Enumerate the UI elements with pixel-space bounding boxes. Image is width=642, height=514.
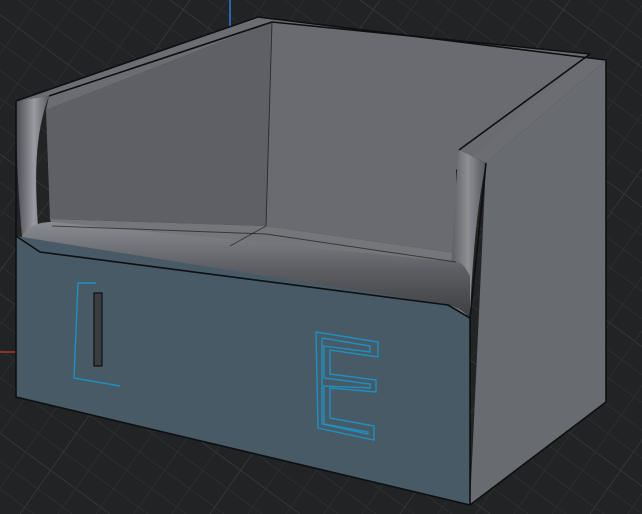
viewport-canvas[interactable] bbox=[0, 0, 642, 514]
3d-viewport[interactable] bbox=[0, 0, 642, 514]
box-model[interactable] bbox=[15, 16, 607, 506]
